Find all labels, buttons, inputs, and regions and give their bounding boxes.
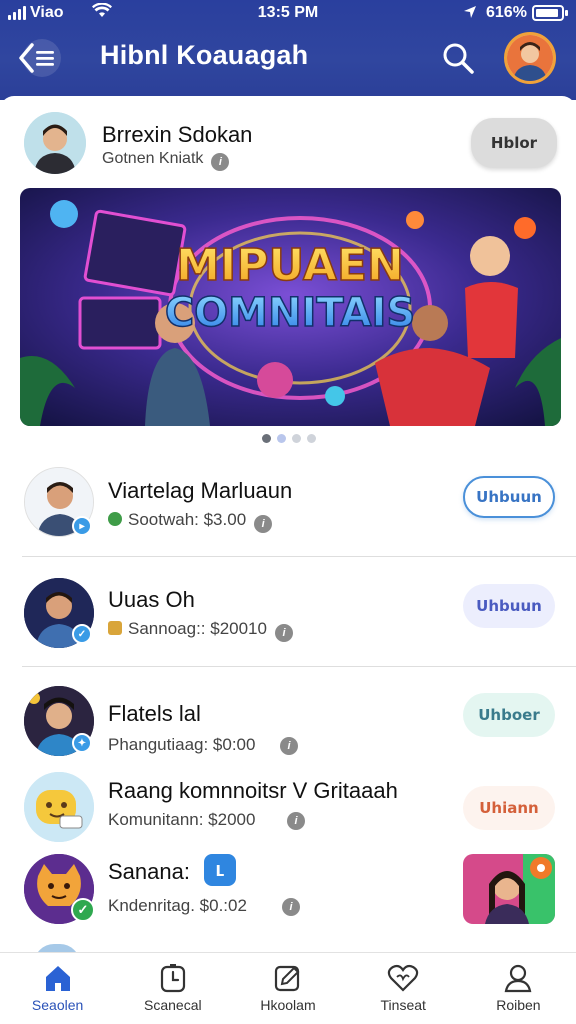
battery-percent: 616%	[486, 4, 527, 21]
verified-badge-icon: ✦	[72, 733, 92, 753]
list-item-subtitle: Phangutiaag: $0:00	[108, 735, 256, 754]
carousel-dot[interactable]	[292, 434, 301, 443]
battery-icon	[532, 5, 568, 21]
featured-avatar[interactable]	[24, 112, 86, 174]
list-item-action-button[interactable]: Uhbuun	[463, 476, 555, 518]
page-title: Hibnl Koauagah	[100, 40, 309, 70]
featured-action-button[interactable]: Hblor	[471, 118, 557, 168]
divider	[22, 556, 576, 557]
app-badge-icon: ʟ	[204, 854, 236, 886]
banner-headline-1: MIPUAEN	[176, 240, 404, 291]
carousel-indicator[interactable]	[262, 434, 316, 443]
nav-label: Hkoolam	[260, 997, 316, 1013]
nav-label: Scanecal	[144, 997, 202, 1013]
list-item-subtitle: Kndenritag. $0.:02	[108, 896, 247, 915]
list-avatar[interactable]	[24, 772, 94, 842]
nav-item-edit[interactable]: Hkoolam	[230, 953, 345, 1024]
carousel-dot[interactable]	[307, 434, 316, 443]
list-item-subtitle: Sootwah: $3.00 i	[108, 510, 273, 533]
list-item-price: Sannoag:: $20010	[128, 619, 267, 638]
list-item-subtitle: Sannoag:: $20010 i	[108, 619, 293, 642]
featured-name: Brrexin Sdokan	[102, 122, 253, 147]
nav-item-home[interactable]: Seaolen	[0, 953, 115, 1024]
nav-label: Roiben	[496, 997, 541, 1013]
info-icon[interactable]: i	[287, 812, 305, 830]
info-icon[interactable]: i	[282, 898, 300, 916]
list-item-action-button[interactable]: Uhiann	[463, 786, 555, 830]
search-button[interactable]	[440, 40, 476, 76]
nav-item-scan[interactable]: Scanecal	[115, 953, 230, 1024]
main-content: Brrexin Sdokan Gotnen Kniatk i Hblor MIP…	[0, 96, 576, 952]
profile-avatar[interactable]	[504, 32, 556, 84]
app-header: Viao 13:5 PM 616% Hibnl Koauagah	[0, 0, 576, 100]
info-icon[interactable]: i	[274, 624, 293, 642]
list-item-thumbnail[interactable]	[463, 854, 555, 924]
status-bar: Viao 13:5 PM 616%	[0, 2, 576, 26]
search-icon	[443, 43, 474, 74]
list-item-action-button[interactable]: Uhbuun	[463, 584, 555, 628]
back-menu-button[interactable]	[18, 38, 62, 78]
list-item-action-button[interactable]: Uhboer	[463, 693, 555, 737]
carousel-dot[interactable]	[262, 434, 271, 443]
banner-headline-2: COMNITAIS	[165, 290, 415, 336]
verified-badge-icon: ✓	[71, 898, 95, 922]
divider	[22, 666, 576, 667]
list-item-name: Raang komnnoitsr V Gritaaah	[108, 778, 398, 803]
home-icon	[45, 966, 70, 991]
heart-icon	[388, 964, 419, 992]
pencil-icon	[274, 965, 300, 992]
verified-badge-icon: ✓	[72, 624, 92, 644]
list-item-name: Sanana:	[108, 859, 190, 884]
info-icon[interactable]: i	[280, 737, 298, 755]
info-icon[interactable]: i	[211, 153, 230, 171]
back-menu-icon	[19, 39, 61, 77]
info-icon[interactable]: i	[254, 515, 273, 533]
user-icon	[505, 964, 532, 993]
list-item-name: Flatels lal	[108, 701, 201, 726]
list-avatar-partial[interactable]	[34, 944, 80, 952]
coin-icon	[108, 621, 122, 635]
timer-icon	[160, 964, 185, 993]
list-item-name: Viartelag Marluaun	[108, 478, 293, 503]
carousel-dot[interactable]	[277, 434, 286, 443]
nav-label: Tinseat	[380, 997, 426, 1013]
nav-label: Seaolen	[31, 997, 84, 1013]
featured-subtitle-text: Gotnen Kniatk	[102, 150, 204, 167]
nav-item-favorites[interactable]: Tinseat	[346, 953, 461, 1024]
promo-banner-art: MIPUAEN COMNITAIS	[20, 188, 561, 426]
list-item-price: Sootwah: $3.00	[128, 510, 247, 529]
verified-badge-icon: ▸	[72, 516, 92, 536]
location-icon	[462, 4, 478, 25]
promo-banner[interactable]: MIPUAEN COMNITAIS	[20, 188, 561, 426]
coin-icon	[108, 512, 122, 526]
list-item-subtitle: Komunitann: $2000	[108, 810, 256, 829]
list-item-name: Uuas Oh	[108, 587, 195, 612]
nav-item-profile[interactable]: Roiben	[461, 953, 576, 1024]
featured-subtitle: Gotnen Kniatk i	[102, 150, 230, 171]
bottom-nav: Seaolen Scanecal Hkoolam Tinseat Roiben	[0, 952, 576, 1024]
